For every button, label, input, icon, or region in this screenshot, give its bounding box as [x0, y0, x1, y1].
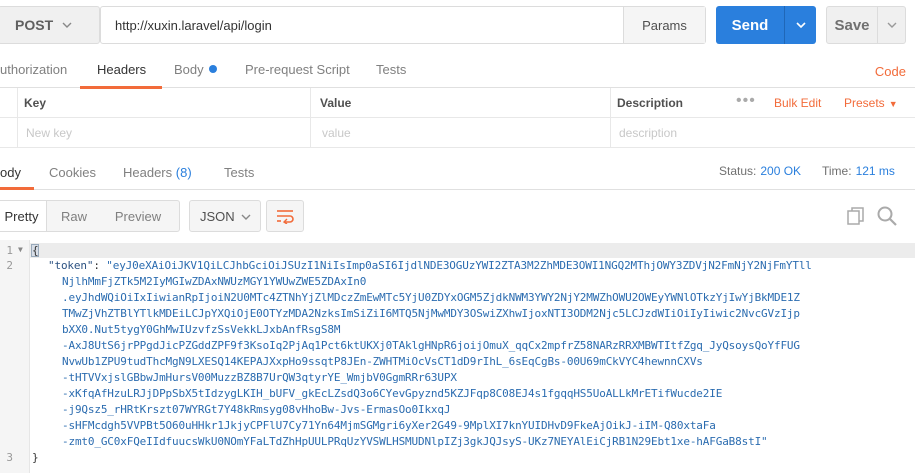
headers-table: Key Value Description ••• Bulk Edit Pres… — [0, 88, 915, 148]
save-button[interactable]: Save — [826, 6, 906, 44]
tab-headers[interactable]: Headers — [97, 62, 146, 77]
column-divider — [610, 88, 611, 118]
request-bar: POST http://xuxin.laravel/api/login Para… — [0, 0, 915, 52]
time-label: Time: — [822, 164, 852, 178]
tab-headers-label: Headers — [123, 165, 173, 180]
headers-count-badge: (8) — [175, 165, 192, 180]
url-input[interactable]: http://xuxin.laravel/api/login Params — [100, 6, 706, 44]
checkbox-column — [0, 88, 18, 118]
active-tab-indicator — [0, 187, 34, 190]
fold-caret-icon[interactable]: ▼ — [18, 245, 23, 254]
caret-down-icon: ▼ — [888, 99, 898, 109]
tab-response-headers[interactable]: Headers (8) — [123, 165, 192, 180]
column-divider — [310, 88, 311, 118]
column-key: Key — [24, 96, 47, 110]
status-label: Status: — [719, 164, 757, 178]
headers-table-row: New key value description — [0, 118, 915, 148]
headers-table-header: Key Value Description ••• Bulk Edit Pres… — [0, 88, 915, 118]
response-body-viewer[interactable]: 1 ▼ 2 3 { "token": "eyJ0eXAiOiJKV1QiLCJh… — [0, 240, 915, 473]
line-number: 3 — [6, 451, 13, 464]
copy-icon[interactable] — [846, 206, 866, 226]
response-toolbar: Pretty Raw Preview JSON — [0, 200, 915, 232]
language-select[interactable]: JSON — [189, 200, 261, 232]
json-string-continuation: NjlhMmFjZTk5M2IyMGIwZDAxNWUzMGY1YWUwZWE5… — [62, 275, 367, 288]
method-select[interactable]: POST — [0, 6, 100, 44]
format-toggle-group: Pretty Raw Preview — [0, 200, 180, 232]
send-label: Send — [731, 16, 769, 34]
json-string-continuation: -xKfqAfHzuLRJjDPpSbX5tIdzygLKIH_bUFV_gkE… — [62, 387, 723, 400]
new-key-input[interactable]: New key — [26, 126, 72, 140]
json-string-continuation: -AxJ8UtS6jrPPgdJicPZGddZPF9f3KsoIq2PjAq1… — [62, 339, 800, 352]
request-tabs: uthorization Headers Body Pre-request Sc… — [0, 52, 915, 89]
row-checkbox[interactable] — [0, 118, 18, 148]
chevron-down-icon — [795, 22, 806, 29]
json-key: "token" — [48, 259, 94, 272]
tab-tests[interactable]: Tests — [376, 62, 406, 77]
json-string-continuation: -tHTVVxjslGBbwJmHursV00MuzzBZ8B7UrQW3qty… — [62, 371, 457, 384]
status-readout: Status: 200 OK — [719, 164, 801, 178]
modified-dot-icon — [208, 65, 217, 73]
time-readout: Time: 121 ms — [822, 164, 895, 178]
json-string-continuation: TMwZjVhZTBlYTlkMDEiLCJpYXQiOjE0OTYzMDA2N… — [62, 307, 800, 320]
tab-body[interactable]: Body — [174, 62, 217, 77]
tab-cookies[interactable]: Cookies — [49, 165, 96, 180]
presets-dropdown[interactable]: Presets ▼ — [844, 96, 898, 110]
tab-body-label: Body — [174, 62, 204, 77]
json-string-continuation: .eyJhdWQiOiIxIiwianRpIjoiN2U0MTc4ZTNhYjZ… — [62, 291, 800, 304]
code-link[interactable]: Code — [875, 64, 906, 79]
chevron-down-icon — [887, 22, 897, 28]
save-label: Save — [834, 16, 870, 34]
value-input[interactable]: value — [322, 126, 351, 140]
preview-button[interactable]: Preview — [103, 201, 173, 231]
chevron-down-icon — [62, 22, 72, 28]
language-label: JSON — [200, 208, 235, 224]
line-number-gutter: 1 ▼ 2 3 — [0, 240, 30, 473]
status-value: 200 OK — [760, 164, 802, 178]
open-brace: { — [32, 244, 39, 257]
response-tabs: ody Cookies Headers (8) Tests Status: 200… — [0, 150, 915, 190]
line-number: 2 — [6, 259, 13, 272]
raw-button[interactable]: Raw — [49, 201, 99, 231]
more-options-icon[interactable]: ••• — [736, 92, 756, 110]
column-divider — [310, 118, 311, 148]
bulk-edit-link[interactable]: Bulk Edit — [774, 96, 821, 110]
tab-response-tests[interactable]: Tests — [224, 165, 254, 180]
column-value: Value — [320, 96, 352, 110]
close-brace: } — [32, 451, 39, 464]
json-string-continuation: -j9Qsz5_rHRtKrszt07WYRGt7Y48kRmsyg08vHho… — [62, 403, 451, 416]
column-description: Description — [617, 96, 684, 110]
json-string: "eyJ0eXAiOiJKV1QiLCJhbGciOiJSUzI1NiIsImp… — [106, 259, 812, 272]
column-divider — [610, 118, 611, 148]
json-string-continuation: bXX0.Nut5tygY0GhMwIUzvfzSsVekkLJxbAnfRsg… — [62, 323, 341, 336]
presets-label: Presets — [844, 96, 885, 110]
wrap-lines-button[interactable] — [266, 200, 304, 232]
tab-pre-request-script[interactable]: Pre-request Script — [245, 62, 350, 77]
method-label: POST — [15, 17, 54, 33]
save-options-button[interactable] — [877, 7, 906, 43]
send-button[interactable]: Send — [716, 6, 816, 44]
tab-response-body[interactable]: ody — [0, 165, 21, 180]
time-value: 121 ms — [855, 164, 895, 178]
chevron-down-icon — [241, 214, 251, 220]
tab-authorization[interactable]: uthorization — [0, 62, 67, 77]
json-key-line: "token": "eyJ0eXAiOiJKV1QiLCJhbGciOiJSUz… — [48, 259, 812, 272]
description-input[interactable]: description — [619, 126, 677, 140]
pretty-button[interactable]: Pretty — [0, 201, 47, 231]
json-string-continuation: -sHFMcdgh5VVPBt5O60uHHkr1JkjyCPFlU7Cy71Y… — [62, 419, 716, 432]
url-text: http://xuxin.laravel/api/login — [115, 18, 272, 33]
wrap-lines-icon — [277, 210, 294, 224]
search-icon[interactable] — [876, 205, 898, 227]
line-number: 1 — [6, 244, 13, 257]
active-line-highlight — [30, 243, 915, 258]
json-string-continuation: NvwUb1ZPU9tudThcMgN9LXESQ14KEPAJXxpHo9ss… — [62, 355, 703, 368]
params-button[interactable]: Params — [623, 7, 705, 43]
json-string-continuation: -zmt0_GC0xFQeIIdfuucsWkU0NOmYFaLTdZhHpUU… — [62, 435, 768, 448]
send-options-button[interactable] — [784, 6, 816, 44]
